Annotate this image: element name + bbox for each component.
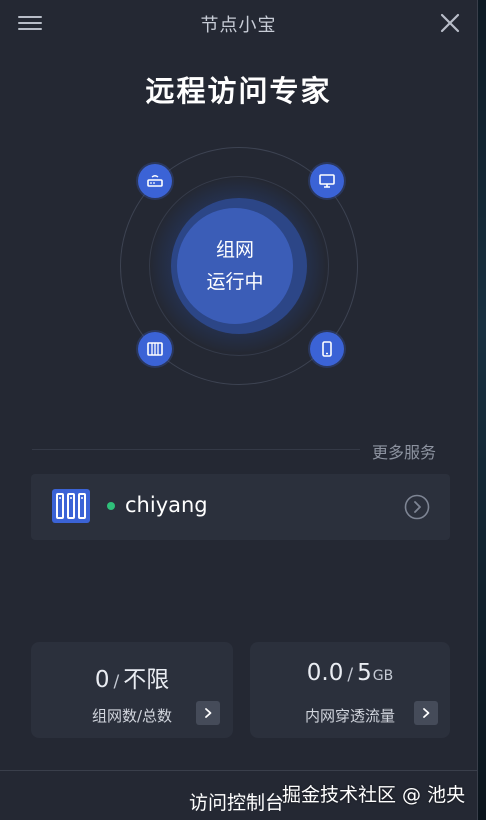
- more-services-link[interactable]: 更多服务: [372, 439, 436, 463]
- traffic-current: 0.0: [306, 660, 344, 686]
- traffic-limit: 5: [357, 660, 372, 686]
- server-rack-icon: [138, 332, 172, 366]
- phone-icon: [310, 332, 344, 366]
- title-bar: 节点小宝: [0, 0, 477, 46]
- network-count-value: 0/不限: [31, 660, 233, 694]
- background-edge: [478, 0, 486, 820]
- chevron-right-icon[interactable]: [414, 701, 438, 725]
- close-icon[interactable]: [438, 11, 462, 35]
- chevron-right-icon[interactable]: [196, 701, 220, 725]
- traffic-sep: /: [347, 665, 354, 685]
- server-rack-icon: [51, 488, 91, 524]
- online-status-dot: [107, 502, 115, 510]
- chevron-right-circle-icon[interactable]: [404, 494, 430, 520]
- desktop-icon: [310, 164, 344, 198]
- network-status-graphic: 组网 运行中: [118, 146, 360, 386]
- page-title: 远程访问专家: [145, 74, 332, 108]
- network-count-card: 0/不限 组网数/总数: [31, 642, 233, 738]
- traffic-card: 0.0/5GB 内网穿透流量: [250, 642, 450, 738]
- status-line-2: 运行中: [206, 271, 264, 293]
- traffic-value: 0.0/5GB: [250, 660, 450, 686]
- router-icon: [138, 164, 172, 198]
- network-status-button[interactable]: 组网 运行中: [177, 208, 293, 324]
- section-divider: [32, 449, 360, 450]
- footer-divider: [0, 770, 477, 771]
- open-console-button[interactable]: 访问控制台: [189, 788, 284, 815]
- watermark: 掘金技术社区 @ 池央: [282, 784, 466, 806]
- device-name: chiyang: [125, 493, 208, 517]
- traffic-unit: GB: [372, 668, 394, 684]
- network-count-limit: 不限: [123, 667, 170, 693]
- app-title: 节点小宝: [200, 15, 277, 36]
- network-count-current: 0: [94, 667, 110, 693]
- app-window: 节点小宝 远程访问专家 组网 运行中 更多服务 chiyang 0 / 不限 组…: [0, 0, 478, 820]
- device-card[interactable]: chiyang: [31, 474, 450, 540]
- status-line-1: 组网: [215, 239, 254, 261]
- network-count-sep: /: [113, 672, 120, 692]
